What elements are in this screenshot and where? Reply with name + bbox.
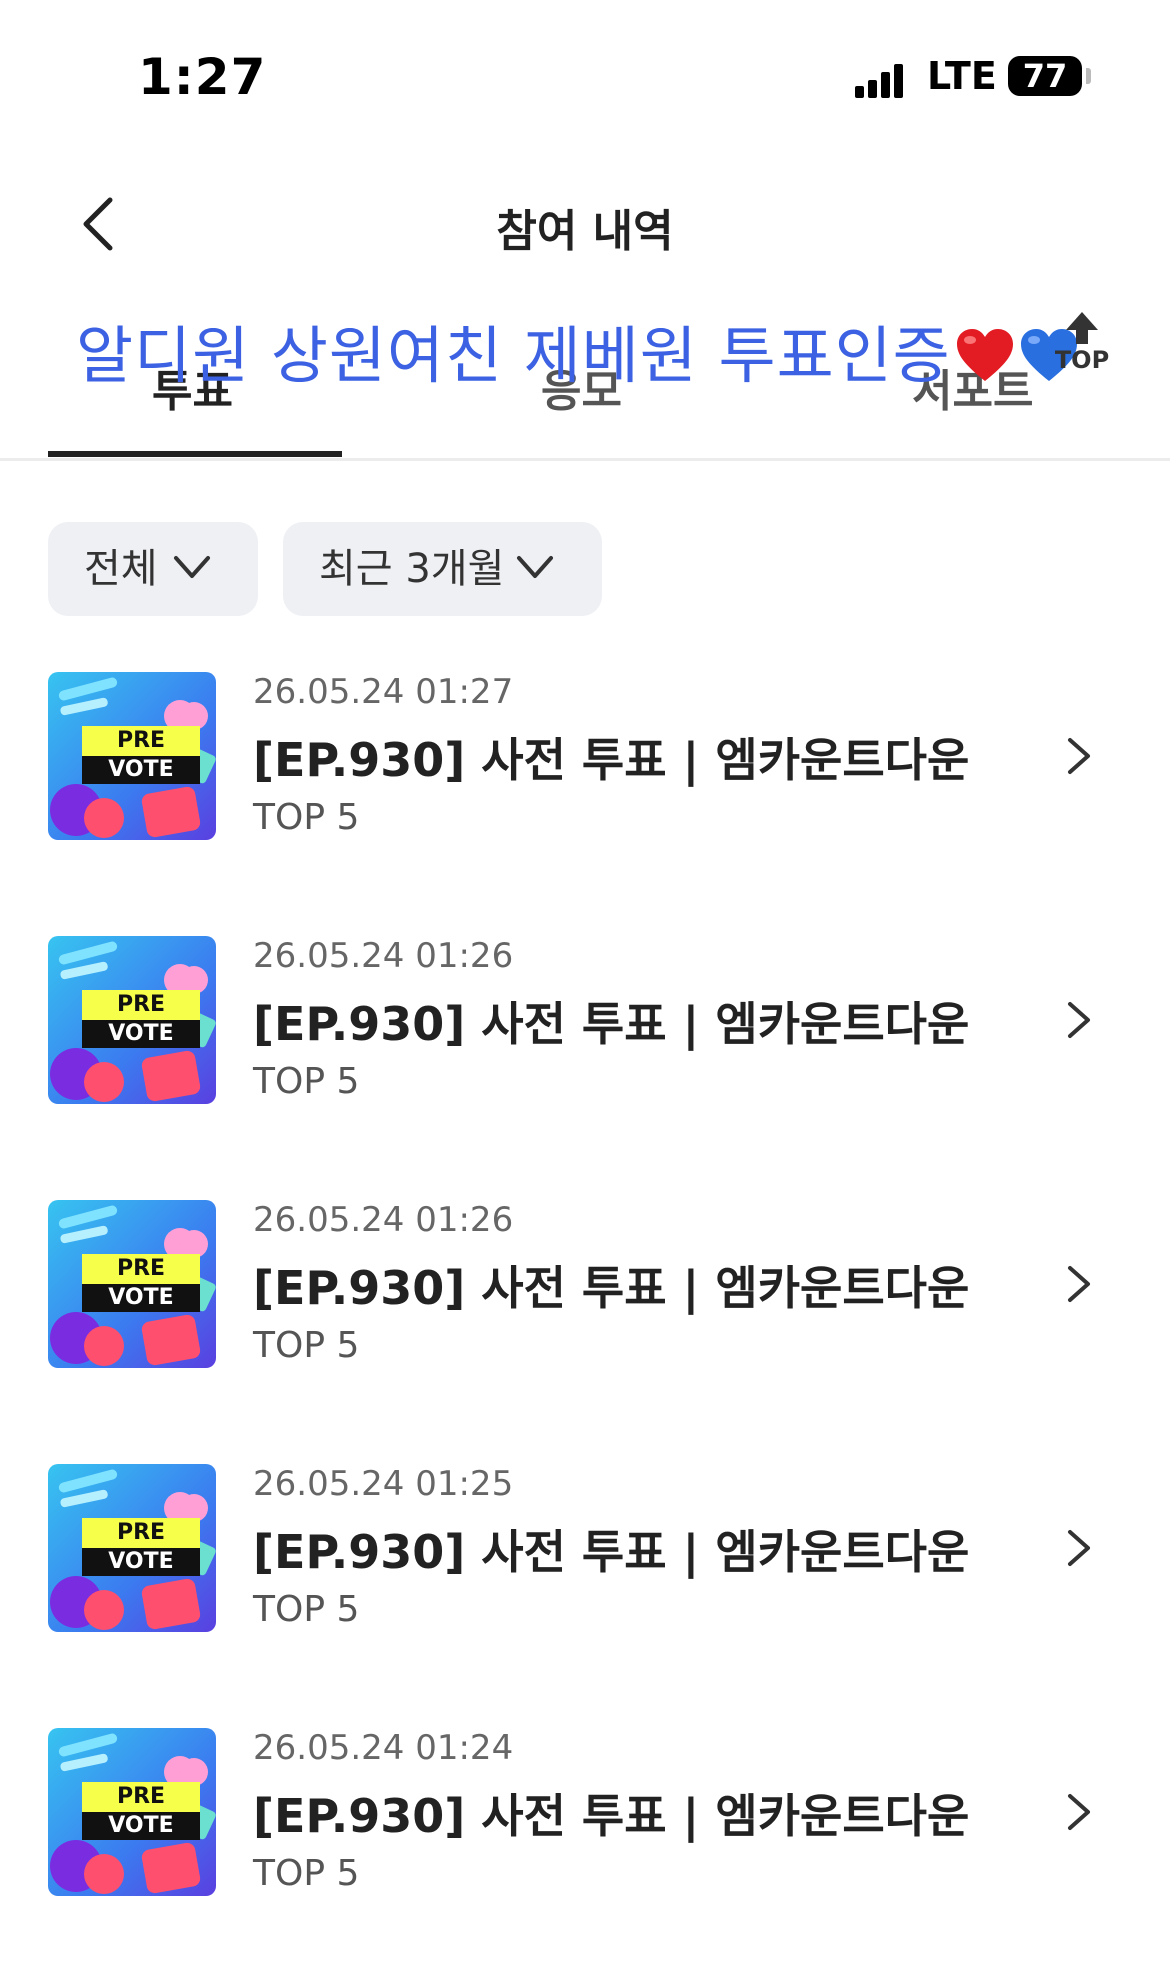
thumbnail-line2: VOTE xyxy=(108,1813,174,1838)
chevron-right-icon xyxy=(1068,1794,1090,1830)
thumbnail-line2: VOTE xyxy=(108,1549,174,1574)
scroll-top-button[interactable]: TOP xyxy=(1052,312,1112,382)
item-title: [EP.930] 사전 투표 | 엠카운트다운 xyxy=(253,1789,970,1843)
list-item[interactable]: PRE VOTE 26.05.24 01:27 [EP.930] 사전 투표 |… xyxy=(48,672,1122,844)
red-heart-icon xyxy=(956,329,1013,381)
network-label: LTE xyxy=(927,54,997,98)
arrow-up-icon xyxy=(1066,312,1098,330)
list-item[interactable]: PRE VOTE 26.05.24 01:25 [EP.930] 사전 투표 |… xyxy=(48,1464,1122,1636)
period-filter-label: 최근 3개월 xyxy=(319,546,505,592)
thumbnail-line1: PRE xyxy=(116,1256,166,1281)
active-tab-indicator xyxy=(48,451,342,457)
battery-level: 77 xyxy=(1022,57,1068,95)
overlay-caption-text: 알디원 상원여친 제베원 투표인증 xyxy=(76,319,951,392)
pre-vote-thumbnail: PRE VOTE xyxy=(48,1728,216,1896)
battery-icon: 77 xyxy=(1008,56,1082,96)
thumbnail-line1: PRE xyxy=(116,1520,166,1545)
battery-cap xyxy=(1086,68,1091,84)
thumbnail-line2: VOTE xyxy=(108,1285,174,1310)
item-date: 26.05.24 01:26 xyxy=(253,936,514,976)
item-title: [EP.930] 사전 투표 | 엠카운트다운 xyxy=(253,1261,970,1315)
chevron-right-icon xyxy=(1068,1530,1090,1566)
chevron-right-icon xyxy=(1068,1002,1090,1038)
list-item[interactable]: PRE VOTE 26.05.24 01:24 [EP.930] 사전 투표 |… xyxy=(48,1728,1122,1900)
chevron-down-icon xyxy=(174,556,210,578)
signal-icon xyxy=(855,62,905,98)
chevron-right-icon xyxy=(1068,1266,1090,1302)
thumbnail-line1: PRE xyxy=(116,992,166,1017)
item-subtitle: TOP 5 xyxy=(253,797,360,838)
thumbnail-line1: PRE xyxy=(116,1784,166,1809)
item-date: 26.05.24 01:27 xyxy=(253,672,514,712)
pre-vote-thumbnail: PRE VOTE xyxy=(48,936,216,1104)
item-subtitle: TOP 5 xyxy=(253,1589,360,1630)
thumbnail-line1: PRE xyxy=(116,728,166,753)
page-title: 참여 내역 xyxy=(496,206,674,257)
chevron-right-icon xyxy=(1068,738,1090,774)
status-time: 1:27 xyxy=(138,48,267,106)
category-filter-label: 전체 xyxy=(84,546,158,592)
item-subtitle: TOP 5 xyxy=(253,1325,360,1366)
item-title: [EP.930] 사전 투표 | 엠카운트다운 xyxy=(253,997,970,1051)
list-item[interactable]: PRE VOTE 26.05.24 01:26 [EP.930] 사전 투표 |… xyxy=(48,936,1122,1108)
item-title: [EP.930] 사전 투표 | 엠카운트다운 xyxy=(253,1525,970,1579)
pre-vote-thumbnail: PRE VOTE xyxy=(48,672,216,840)
item-subtitle: TOP 5 xyxy=(253,1061,360,1102)
thumbnail-line2: VOTE xyxy=(108,1021,174,1046)
item-date: 26.05.24 01:25 xyxy=(253,1464,514,1504)
status-bar: 1:27 LTE 77 xyxy=(0,0,1170,150)
scroll-top-label: TOP xyxy=(1054,346,1110,374)
category-filter[interactable]: 전체 xyxy=(48,522,258,616)
list-item[interactable]: PRE VOTE 26.05.24 01:26 [EP.930] 사전 투표 |… xyxy=(48,1200,1122,1372)
item-title: [EP.930] 사전 투표 | 엠카운트다운 xyxy=(253,733,970,787)
item-subtitle: TOP 5 xyxy=(253,1853,360,1894)
item-date: 26.05.24 01:26 xyxy=(253,1200,514,1240)
pre-vote-thumbnail: PRE VOTE xyxy=(48,1200,216,1368)
item-date: 26.05.24 01:24 xyxy=(253,1728,514,1768)
overlay-caption: 알디원 상원여친 제베원 투표인증 xyxy=(76,305,1079,395)
thumbnail-line2: VOTE xyxy=(108,757,174,782)
period-filter[interactable]: 최근 3개월 xyxy=(283,522,602,616)
arrow-up-stem xyxy=(1076,330,1088,344)
pre-vote-thumbnail: PRE VOTE xyxy=(48,1464,216,1632)
divider xyxy=(0,458,1170,461)
chevron-down-icon xyxy=(517,556,553,578)
